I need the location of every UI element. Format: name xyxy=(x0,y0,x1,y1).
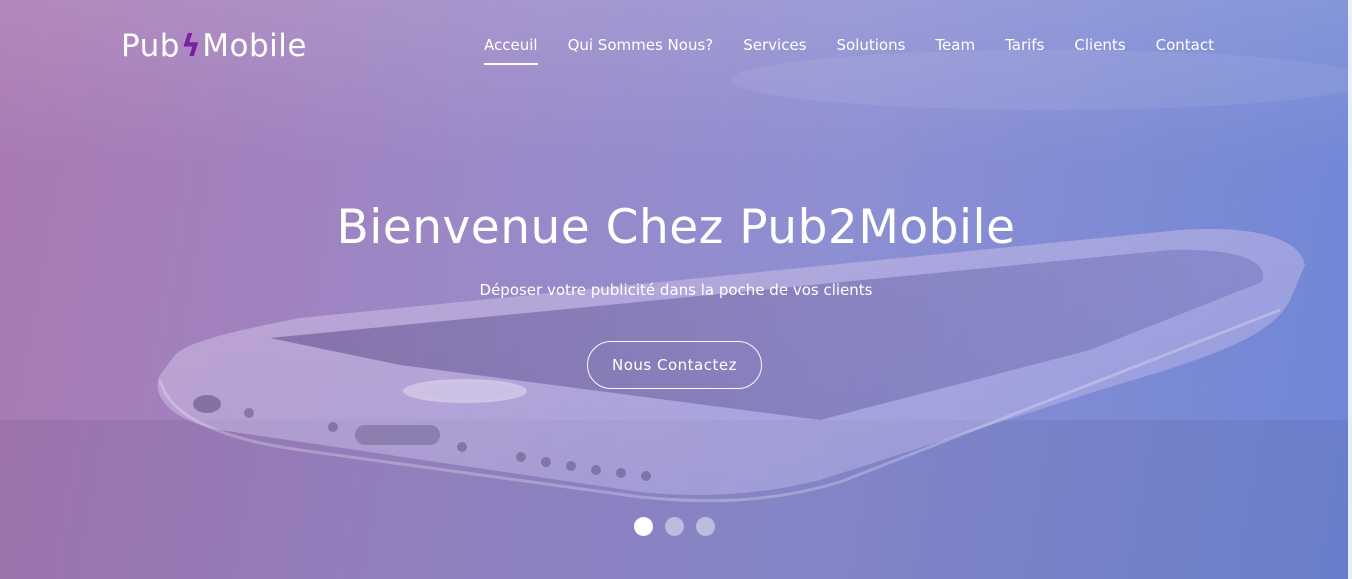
slider-pagination xyxy=(634,517,715,536)
nav-item-contact[interactable]: Contact xyxy=(1156,36,1214,62)
nav-item-tarifs[interactable]: Tarifs xyxy=(1005,36,1044,62)
contact-us-button[interactable]: Nous Contactez xyxy=(587,341,762,389)
hero-section: Pub ϟ Mobile Acceuil Qui Sommes Nous? Se… xyxy=(0,0,1352,579)
nav-item-qui-sommes-nous[interactable]: Qui Sommes Nous? xyxy=(568,36,714,62)
nav-item-acceuil[interactable]: Acceuil xyxy=(484,36,538,65)
nav-item-team[interactable]: Team xyxy=(935,36,975,62)
page-scrollbar[interactable] xyxy=(1348,0,1352,579)
hero-subtitle: Déposer votre publicité dans la poche de… xyxy=(479,281,873,299)
slider-dot-3[interactable] xyxy=(696,517,715,536)
logo-bolt-icon: ϟ xyxy=(180,28,202,64)
slider-dot-1[interactable] xyxy=(634,517,653,536)
slider-dot-2[interactable] xyxy=(665,517,684,536)
nav-item-clients[interactable]: Clients xyxy=(1074,36,1125,62)
nav-item-services[interactable]: Services xyxy=(743,36,806,62)
logo-text-suffix: Mobile xyxy=(202,28,307,64)
nav-item-solutions[interactable]: Solutions xyxy=(837,36,906,62)
main-navigation: Acceuil Qui Sommes Nous? Services Soluti… xyxy=(484,36,1214,65)
brand-logo[interactable]: Pub ϟ Mobile xyxy=(121,26,307,66)
logo-text-prefix: Pub xyxy=(121,28,180,64)
hero-title: Bienvenue Chez Pub2Mobile xyxy=(336,200,1016,255)
